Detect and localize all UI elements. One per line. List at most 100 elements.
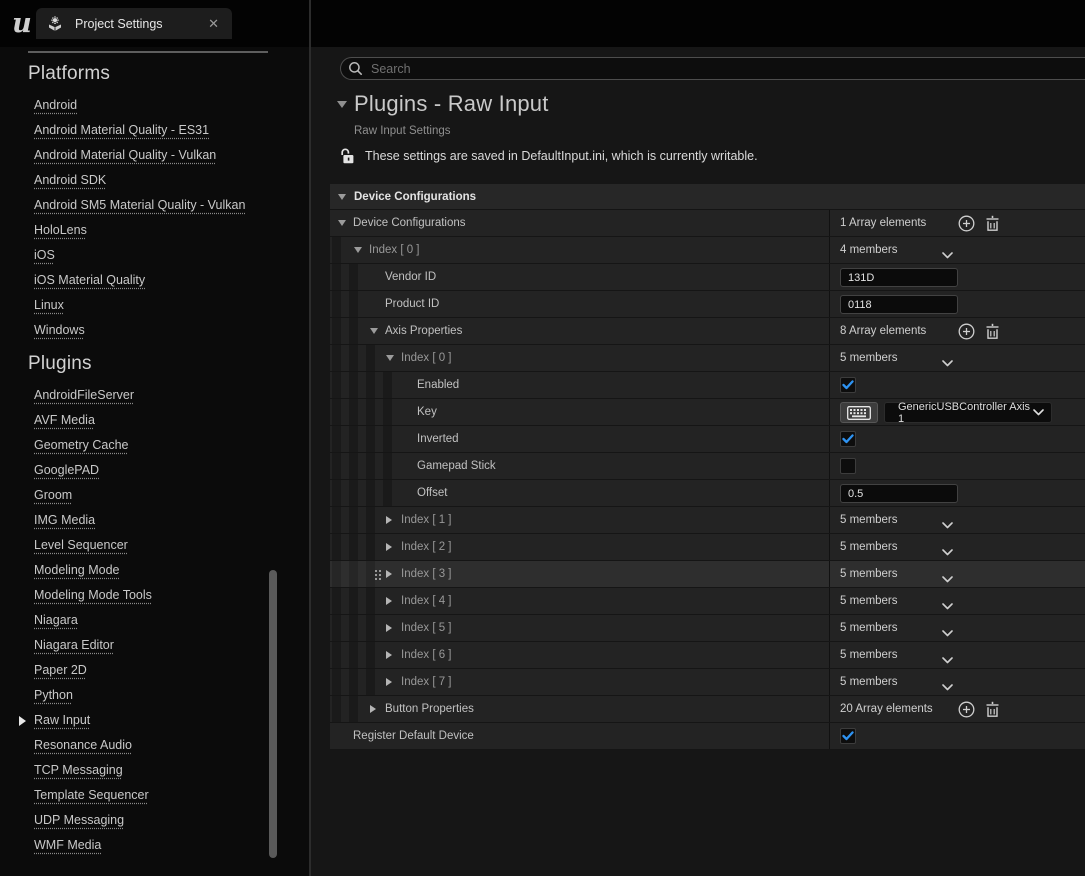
sidebar-item-avf-media[interactable]: AVF Media: [0, 408, 309, 433]
sidebar-item-ios-material-quality[interactable]: iOS Material Quality: [0, 268, 309, 293]
sidebar-item-python[interactable]: Python: [0, 683, 309, 708]
sidebar-item-googlepad[interactable]: GooglePAD: [0, 458, 309, 483]
chevron-down-icon[interactable]: [942, 516, 953, 534]
sidebar-item-niagara-editor[interactable]: Niagara Editor: [0, 633, 309, 658]
sidebar-item-label[interactable]: Android SM5 Material Quality - Vulkan: [34, 198, 245, 212]
sidebar-item-raw-input[interactable]: Raw Input: [0, 708, 309, 733]
sidebar-item-geometry-cache[interactable]: Geometry Cache: [0, 433, 309, 458]
sidebar-item-linux[interactable]: Linux: [0, 293, 309, 318]
sidebar-item-label[interactable]: Linux: [34, 298, 64, 312]
category-collapse-icon[interactable]: [338, 194, 346, 200]
offset-input[interactable]: [840, 484, 958, 503]
chevron-down-icon[interactable]: [942, 651, 953, 669]
sidebar-item-img-media[interactable]: IMG Media: [0, 508, 309, 533]
chevron-down-icon[interactable]: [942, 354, 953, 372]
sidebar-item-label[interactable]: Modeling Mode: [34, 563, 119, 577]
gamepad-stick-checkbox[interactable]: [840, 458, 856, 474]
keyboard-icon[interactable]: [840, 402, 878, 423]
tab-project-settings[interactable]: Project Settings ✕: [36, 8, 232, 39]
sidebar-item-level-sequencer[interactable]: Level Sequencer: [0, 533, 309, 558]
sidebar-item-resonance-audio[interactable]: Resonance Audio: [0, 733, 309, 758]
expander-right-icon[interactable]: [386, 588, 398, 614]
trash-icon[interactable]: [983, 700, 1001, 718]
plus-circle-icon[interactable]: [957, 700, 975, 718]
drag-handle[interactable]: [375, 570, 377, 572]
sidebar-item-label[interactable]: Paper 2D: [34, 663, 87, 677]
sidebar-item-label[interactable]: iOS Material Quality: [34, 273, 145, 287]
sidebar-item-label[interactable]: WMF Media: [34, 838, 101, 852]
sidebar-item-android-material-quality-es31[interactable]: Android Material Quality - ES31: [0, 118, 309, 143]
sidebar-item-label[interactable]: TCP Messaging: [34, 763, 123, 777]
sidebar-scrollbar[interactable]: [269, 570, 277, 858]
sidebar-item-label[interactable]: IMG Media: [34, 513, 95, 527]
vendor-id-input[interactable]: [840, 268, 958, 287]
expander-right-icon[interactable]: [386, 615, 398, 641]
sidebar-item-ios[interactable]: iOS: [0, 243, 309, 268]
sidebar-item-androidfileserver[interactable]: AndroidFileServer: [0, 383, 309, 408]
trash-icon[interactable]: [983, 214, 1001, 232]
sidebar-item-label[interactable]: Android Material Quality - Vulkan: [34, 148, 216, 162]
sidebar-item-label[interactable]: Niagara Editor: [34, 638, 114, 652]
sidebar-item-android-sdk[interactable]: Android SDK: [0, 168, 309, 193]
expander-right-icon[interactable]: [386, 642, 398, 668]
sidebar-item-label[interactable]: Modeling Mode Tools: [34, 588, 152, 602]
expander-down-icon[interactable]: [370, 318, 382, 344]
expander-right-icon[interactable]: [386, 534, 398, 560]
sidebar-item-niagara[interactable]: Niagara: [0, 608, 309, 633]
sidebar-item-groom[interactable]: Groom: [0, 483, 309, 508]
register-default-device-checkbox[interactable]: [840, 728, 856, 744]
plus-circle-icon[interactable]: [957, 214, 975, 232]
sidebar-item-label[interactable]: Raw Input: [34, 713, 90, 727]
chevron-down-icon[interactable]: [942, 597, 953, 615]
sidebar-item-label[interactable]: Android: [34, 98, 77, 112]
chevron-down-icon[interactable]: [942, 543, 953, 561]
search-input[interactable]: [371, 62, 971, 76]
expander-right-icon[interactable]: [386, 561, 398, 587]
sidebar-item-label[interactable]: UDP Messaging: [34, 813, 124, 827]
sidebar-item-hololens[interactable]: HoloLens: [0, 218, 309, 243]
trash-icon[interactable]: [983, 322, 1001, 340]
inverted-checkbox[interactable]: [840, 431, 856, 447]
sidebar-item-android-material-quality-vulkan[interactable]: Android Material Quality - Vulkan: [0, 143, 309, 168]
sidebar-item-wmf-media[interactable]: WMF Media: [0, 833, 309, 858]
category-header[interactable]: Device Configurations: [330, 184, 1085, 210]
sidebar-item-label[interactable]: Android SDK: [34, 173, 106, 187]
sidebar-item-modeling-mode-tools[interactable]: Modeling Mode Tools: [0, 583, 309, 608]
sidebar-item-label[interactable]: AndroidFileServer: [34, 388, 134, 402]
sidebar-item-label[interactable]: Niagara: [34, 613, 78, 627]
product-id-input[interactable]: [840, 295, 958, 314]
plus-circle-icon[interactable]: [957, 322, 975, 340]
search-bar[interactable]: [340, 57, 1085, 80]
sidebar-item-label[interactable]: GooglePAD: [34, 463, 99, 477]
sidebar-item-label[interactable]: Level Sequencer: [34, 538, 128, 552]
sidebar-item-label[interactable]: Geometry Cache: [34, 438, 128, 452]
sidebar-item-label[interactable]: Android Material Quality - ES31: [34, 123, 209, 137]
sidebar-item-label[interactable]: Template Sequencer: [34, 788, 149, 802]
sidebar-item-label[interactable]: Windows: [34, 323, 85, 337]
sidebar-item-udp-messaging[interactable]: UDP Messaging: [0, 808, 309, 833]
sidebar-item-label[interactable]: Python: [34, 688, 73, 702]
sidebar-item-label[interactable]: HoloLens: [34, 223, 87, 237]
key-select-dropdown[interactable]: GenericUSBController Axis 1: [884, 402, 1052, 423]
enabled-checkbox[interactable]: [840, 377, 856, 393]
expander-down-icon[interactable]: [338, 210, 350, 236]
expander-right-icon[interactable]: [386, 669, 398, 695]
expander-right-icon[interactable]: [370, 696, 382, 722]
sidebar-item-windows[interactable]: Windows: [0, 318, 309, 343]
unreal-engine-logo[interactable]: u: [7, 7, 37, 39]
page-collapse-icon[interactable]: [337, 101, 347, 108]
chevron-down-icon[interactable]: [942, 678, 953, 696]
chevron-down-icon[interactable]: [942, 570, 953, 588]
sidebar-item-label[interactable]: AVF Media: [34, 413, 95, 427]
chevron-down-icon[interactable]: [942, 246, 953, 264]
expander-right-icon[interactable]: [386, 507, 398, 533]
sidebar-item-android[interactable]: Android: [0, 93, 309, 118]
sidebar-item-paper-2d[interactable]: Paper 2D: [0, 658, 309, 683]
close-icon[interactable]: ✕: [205, 16, 222, 32]
sidebar-item-label[interactable]: Groom: [34, 488, 72, 502]
sidebar-item-template-sequencer[interactable]: Template Sequencer: [0, 783, 309, 808]
sidebar-item-label[interactable]: iOS: [34, 248, 55, 262]
sidebar-item-tcp-messaging[interactable]: TCP Messaging: [0, 758, 309, 783]
expander-down-icon[interactable]: [354, 237, 366, 263]
sidebar-item-label[interactable]: Resonance Audio: [34, 738, 132, 752]
